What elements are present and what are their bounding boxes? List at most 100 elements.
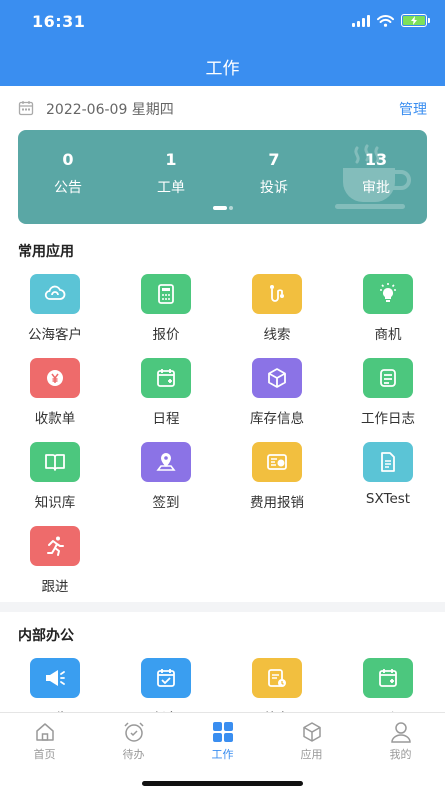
tab-label: 工作 xyxy=(211,748,234,761)
app-tile[interactable]: 收款单 xyxy=(0,358,110,427)
app-label: 线索 xyxy=(263,327,291,343)
tab-home[interactable]: 首页 xyxy=(0,721,89,762)
home-icon xyxy=(35,723,54,741)
calendar-plus-icon xyxy=(379,669,397,687)
app-label: 费用报销 xyxy=(250,495,304,511)
calendar-icon xyxy=(18,101,34,116)
map-pin-icon xyxy=(156,453,176,471)
wifi-icon xyxy=(377,14,394,27)
app-label: 签到 xyxy=(152,495,180,511)
app-tile[interactable]: 跟进 xyxy=(0,526,110,595)
app-label: SXTest xyxy=(365,491,411,507)
app-label: 报价 xyxy=(152,327,180,343)
app-icon-box xyxy=(30,274,80,314)
app-tile[interactable]: 线索 xyxy=(222,274,332,343)
app-tile[interactable]: 费用报销 xyxy=(222,442,332,511)
date-row: 2022-06-09 星期四 管理 xyxy=(0,86,445,130)
app-icon-box xyxy=(363,274,413,314)
stat-approvals[interactable]: 13 审批 xyxy=(336,150,416,197)
tab-work[interactable]: 工作 xyxy=(178,721,267,762)
cellular-signal-icon xyxy=(352,14,370,27)
cube-icon xyxy=(302,722,321,742)
tab-todo[interactable]: 待办 xyxy=(89,721,178,762)
app-tile[interactable]: 待办 xyxy=(222,658,332,712)
app-icon-box xyxy=(141,658,191,698)
app-tile[interactable]: SXTest xyxy=(333,442,443,507)
megaphone-icon xyxy=(46,670,65,686)
app-icon-box xyxy=(141,358,191,398)
alarm-clock-icon xyxy=(123,722,144,742)
document-icon xyxy=(381,452,395,472)
common-apps-section: 常用应用 公海客户 报价 线索 商机 收款单 日程 库存信息 工作日志 知识库 签到 费用报销 SXT… xyxy=(0,232,445,602)
app-tile[interactable]: 日程 xyxy=(111,358,221,427)
app-label: 知识库 xyxy=(34,495,76,511)
section-title: 内部办公 xyxy=(18,628,74,644)
tab-label: 应用 xyxy=(300,748,323,761)
page-title: 工作 xyxy=(205,59,240,79)
expense-icon xyxy=(267,454,287,470)
app-icon-box xyxy=(252,658,302,698)
app-icon-box xyxy=(363,658,413,698)
yen-coin-icon xyxy=(47,370,63,386)
app-icon-box xyxy=(252,358,302,398)
status-bar: 16:31 xyxy=(0,0,445,44)
app-icon-box xyxy=(141,274,191,314)
box-icon xyxy=(268,368,286,388)
app-tile[interactable]: 报价 xyxy=(111,274,221,343)
app-tile[interactable]: 公告 xyxy=(0,658,110,712)
tab-mine[interactable]: 我的 xyxy=(356,721,445,762)
tab-apps[interactable]: 应用 xyxy=(267,721,356,762)
tab-label: 我的 xyxy=(389,748,412,761)
app-icon-box xyxy=(30,526,80,566)
stat-label: 工单 xyxy=(157,180,185,196)
manage-button[interactable]: 管理 xyxy=(399,99,427,119)
app-tile[interactable]: 日程 xyxy=(333,658,443,712)
app-icon-box xyxy=(363,442,413,482)
app-tile[interactable]: 知识库 xyxy=(0,442,110,511)
stat-value: 1 xyxy=(165,150,177,169)
stats-banner[interactable]: 0 公告 1 工单 7 投诉 13 审批 xyxy=(18,130,427,224)
app-header: 16:31 工作 xyxy=(0,0,445,86)
app-label: 库存信息 xyxy=(250,411,304,427)
banner-section: 0 公告 1 工单 7 投诉 13 审批 xyxy=(0,130,445,232)
stat-work-orders[interactable]: 1 工单 xyxy=(131,150,211,197)
app-tile[interactable]: 工作日志 xyxy=(333,358,443,427)
battery-charging-icon xyxy=(401,14,430,27)
user-icon xyxy=(390,722,411,743)
internal-office-section: 内部办公 公告任务待办日程 xyxy=(0,612,445,712)
stat-announcements[interactable]: 0 公告 xyxy=(28,150,108,197)
app-tile[interactable]: 商机 xyxy=(333,274,443,343)
carousel-dots xyxy=(18,197,427,216)
app-tile[interactable]: 库存信息 xyxy=(222,358,332,427)
app-icon-box xyxy=(363,358,413,398)
stat-label: 公告 xyxy=(54,180,82,196)
app-icon-box xyxy=(252,442,302,482)
path-icon xyxy=(270,285,284,302)
todo-clock-icon xyxy=(268,669,286,687)
app-label: 跟进 xyxy=(41,579,69,595)
stat-label: 投诉 xyxy=(260,180,288,196)
calculator-icon xyxy=(158,284,174,304)
app-icon-box xyxy=(30,442,80,482)
app-label: 日程 xyxy=(152,411,180,427)
grid-icon xyxy=(212,722,233,742)
lightbulb-icon xyxy=(380,283,396,302)
task-icon xyxy=(157,669,175,687)
status-time: 16:31 xyxy=(32,12,86,31)
stat-value: 13 xyxy=(364,150,388,169)
stat-complaints[interactable]: 7 投诉 xyxy=(234,150,314,197)
app-label: 工作日志 xyxy=(361,411,415,427)
runner-icon xyxy=(47,536,64,556)
stat-value: 7 xyxy=(268,150,280,169)
app-tile[interactable]: 签到 xyxy=(111,442,221,511)
app-tile[interactable]: 任务 xyxy=(111,658,221,712)
calendar-plus-icon xyxy=(157,369,175,387)
app-tile[interactable]: 公海客户 xyxy=(0,274,110,343)
app-icon-box xyxy=(30,658,80,698)
app-label: 商机 xyxy=(374,327,402,343)
cloud-icon xyxy=(44,285,66,300)
app-icon-box xyxy=(252,274,302,314)
current-date: 2022-06-09 星期四 xyxy=(46,102,174,118)
carousel-dot xyxy=(228,205,233,210)
log-icon xyxy=(380,369,396,387)
